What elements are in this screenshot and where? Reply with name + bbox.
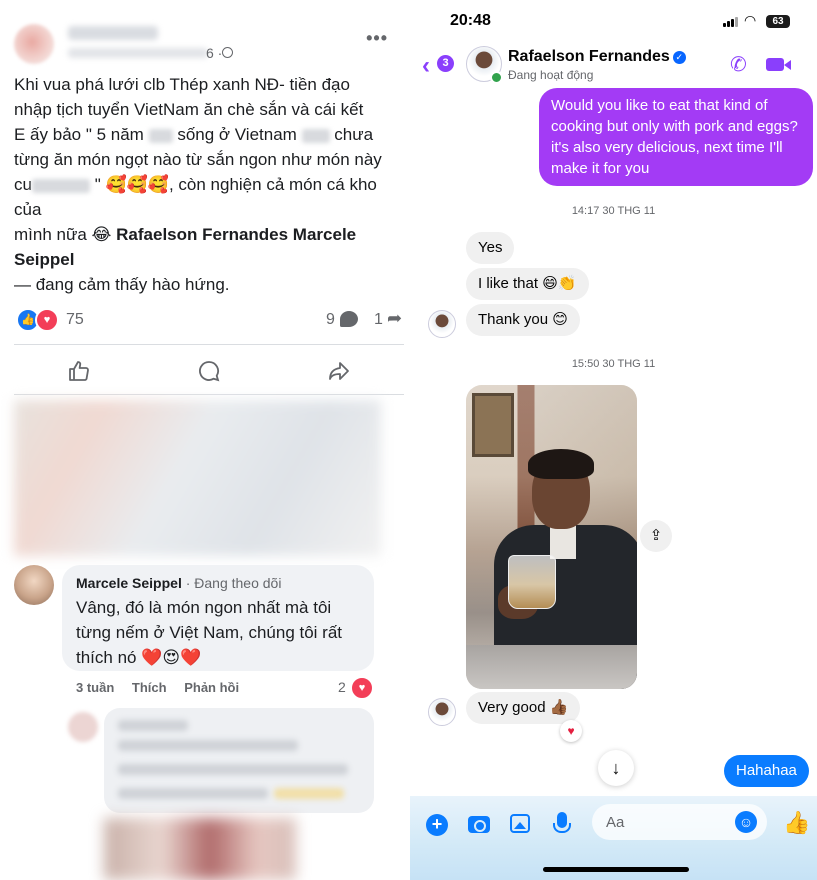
home-indicator [543,867,689,872]
reactions-summary[interactable]: 👍 ♥ 75 9 1 ➦ [16,306,408,336]
post-line: từng ăn món ngọt nào từ sắn ngon như món… [14,150,382,169]
feeling-line: — đang cảm thấy hào hứng. [14,275,230,294]
commenter-name[interactable]: Marcele Seippel · Đang theo dõi [76,575,281,591]
status-bar-time: 20:48 [450,12,491,29]
heart-reaction-icon: ♥ [350,676,374,700]
post-line: nhập tịch tuyển VietNam ăn chè sắn và cá… [14,100,364,119]
online-status-dot [490,71,503,84]
post-actions [14,350,404,392]
globe-icon [222,47,233,58]
contact-active-status: Đang hoạt động [508,68,594,82]
post-line: Khi vua phá lưới clb Thép xanh NĐ- tiền … [14,75,350,94]
message-input-placeholder: Aa [606,814,625,831]
contact-avatar-small[interactable] [428,698,456,726]
signal-icon [723,17,739,27]
post-body: Khi vua phá lưới clb Thép xanh NĐ- tiền … [14,72,399,297]
redacted-text [31,178,90,193]
contact-name[interactable]: Rafaelson Fernandes ✓ [508,48,686,66]
post-time[interactable]: 6 · [206,45,222,61]
video-call-icon[interactable] [766,58,791,71]
post-line: mình nữa 😂 Rafaelson Fernandes Marcele S… [14,225,357,269]
share-count[interactable]: 1 [374,311,383,329]
verified-badge-icon: ✓ [672,51,686,64]
comment-time[interactable]: 3 tuần [76,680,114,695]
messenger-panel: 20:48 ◠ 63 ‹ 3 Rafaelson Fernandes ✓ Đang… [410,0,817,880]
wifi-icon: ◠ [744,12,757,28]
comment-text: Vâng, đó là món ngon nhất mà tôi từng nế… [76,598,343,667]
blurred-reply-image [104,818,296,880]
comment-icon [199,361,220,382]
comment-reaction-count[interactable]: 2 [338,679,346,695]
share-icon [329,362,349,380]
thumbs-up-icon [69,361,89,381]
reply-bubble-redacted [104,708,374,813]
incoming-message[interactable]: Thank you 😊 [466,304,580,336]
back-chevron-icon[interactable]: ‹ [422,52,430,80]
incoming-message[interactable]: Very good 👍🏾 [466,692,581,724]
commenter-avatar[interactable] [14,565,54,605]
photo-message[interactable] [466,385,637,689]
author-meta-redacted [68,48,208,58]
author-avatar[interactable] [14,24,54,64]
reply-avatar-redacted [68,712,98,742]
scroll-down-arrow-icon[interactable]: ↓ [598,750,634,786]
facebook-post-panel: 6 · ••• Khi vua phá lưới clb Thép xanh N… [0,0,410,880]
share-photo-icon[interactable]: ⇪ [640,520,672,552]
message-timestamp: 15:50 30 THG 11 [571,358,656,370]
comment-bubble: Marcele Seippel · Đang theo dõi Vâng, đó… [62,565,374,671]
more-options-icon[interactable]: ••• [366,28,388,49]
battery-icon: 63 [766,15,790,28]
author-name-redacted[interactable] [68,26,158,40]
comment-count-icon [340,311,358,327]
message-input[interactable]: Aa ☺ [592,804,767,840]
comment-count[interactable]: 9 [326,311,335,329]
like-button[interactable] [14,350,144,392]
post-line: E ấy bảo " 5 năm sống ở Vietnam chưa [14,125,374,144]
message-timestamp: 14:17 30 THG 11 [571,205,656,217]
heart-reaction-icon[interactable]: ♥ [560,720,582,742]
comment-button[interactable] [144,350,274,392]
outgoing-message[interactable]: Would you like to eat that kind of cooki… [539,88,813,186]
redacted-text [148,128,173,143]
follow-status[interactable]: · Đang theo dõi [182,575,282,591]
camera-icon[interactable] [468,816,490,833]
comment-like-button[interactable]: Thích [132,680,167,695]
comment-meta: 3 tuần Thích Phản hồi [76,680,253,695]
contact-avatar-small[interactable] [428,310,456,338]
divider [14,344,404,345]
incoming-message[interactable]: Yes [466,232,515,264]
outgoing-message[interactable]: Hahahaa [724,755,809,787]
share-count-icon: ➦ [387,308,403,328]
thumbs-up-send-icon[interactable]: 👍 [783,810,810,836]
gallery-icon[interactable] [510,814,530,833]
comment-reply-button[interactable]: Phản hồi [184,680,239,695]
post-header: 6 · ••• [14,18,394,68]
post-line: cu " 🥰🥰🥰, còn nghiện cả món cá kho của [14,175,377,219]
blurred-comment-image [14,400,381,556]
redacted-text [301,128,330,143]
microphone-icon[interactable] [553,812,571,833]
reaction-count[interactable]: 75 [66,311,84,329]
love-reaction-icon: ♥ [35,308,59,332]
phone-call-icon[interactable]: ✆ [730,52,747,77]
incoming-message[interactable]: I like that 😄👏 [466,268,589,300]
divider [14,394,404,395]
unread-count-badge[interactable]: 3 [437,55,454,72]
share-button[interactable] [274,350,404,392]
plus-icon[interactable]: + [426,814,448,836]
emoji-icon[interactable]: ☺ [735,811,757,833]
